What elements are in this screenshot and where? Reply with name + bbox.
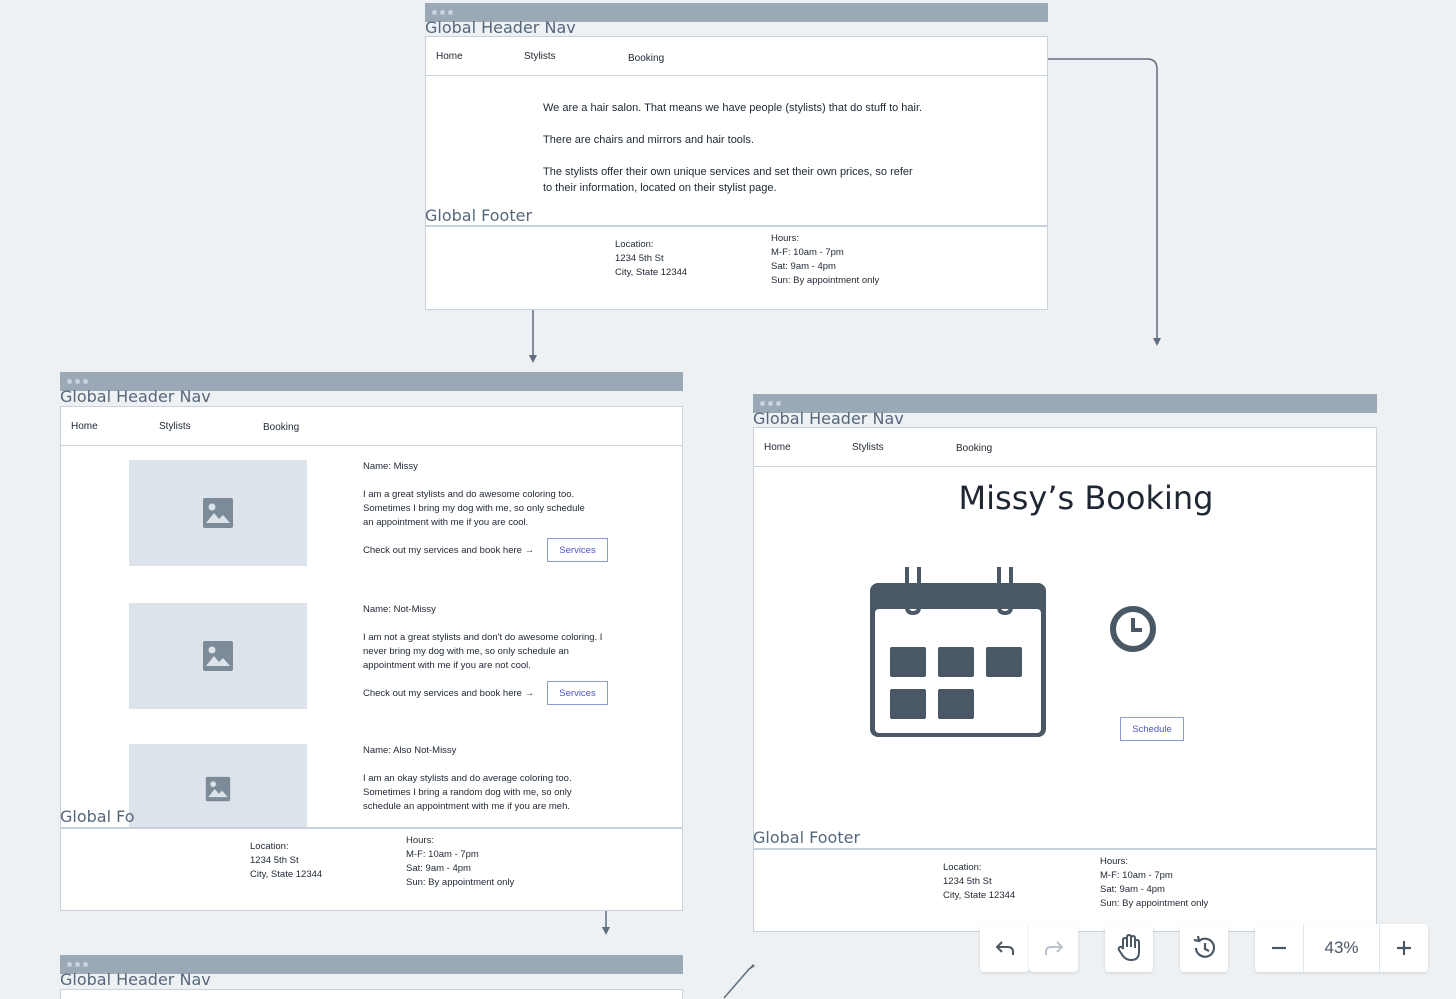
nav-booking-link[interactable]: Booking <box>628 53 664 64</box>
next-frame: Global Header Nav <box>60 955 683 999</box>
pan-tool-button[interactable] <box>1105 924 1153 972</box>
header-nav: Home Stylists Booking <box>425 36 1048 76</box>
redo-icon <box>1044 941 1063 955</box>
stylist-name: Name: Not-Missy <box>363 604 436 615</box>
footer-panel: Location: 1234 5th St City, State 12344 … <box>60 828 683 911</box>
nav-stylists-link[interactable]: Stylists <box>852 442 884 453</box>
nav-home-link[interactable]: Home <box>764 442 791 453</box>
footer-label: Global Footer <box>753 828 861 847</box>
stylist-photo <box>129 603 307 709</box>
stylist-name: Name: Missy <box>363 461 418 472</box>
zoom-out-button[interactable] <box>1255 924 1303 972</box>
intro-paragraph-3a: The stylists offer their own unique serv… <box>543 166 913 178</box>
stylists-content: Name: Missy I am a great stylists and do… <box>60 446 683 828</box>
window-dots <box>760 401 781 406</box>
history-button[interactable] <box>1180 924 1228 972</box>
stylists-frame: Global Header Nav Home Stylists Booking … <box>60 372 683 911</box>
booking-frame: Global Header Nav Home Stylists Booking … <box>753 394 1377 932</box>
stylist-photo <box>129 460 307 566</box>
footer-location: Location: 1234 5th St City, State 12344 <box>250 841 323 880</box>
history-icon <box>1193 935 1216 958</box>
nav-home-link[interactable]: Home <box>436 51 463 62</box>
booking-title: Missy’s Booking <box>958 479 1214 517</box>
zoom-controls: 43% <box>1255 924 1428 972</box>
calendar-icon <box>870 567 1046 737</box>
nav-home-link[interactable]: Home <box>71 421 98 432</box>
intro-paragraph-1: We are a hair salon. That means we have … <box>543 102 923 114</box>
header-label: Global Header Nav <box>425 18 576 37</box>
footer-hours: Hours: M-F: 10am - 7pm Sat: 9am - 4pm Su… <box>1100 856 1209 909</box>
hand-icon <box>1117 934 1140 962</box>
stylist-cta: Check out my services and book here → <box>363 545 535 556</box>
image-placeholder-icon <box>205 776 231 802</box>
footer-panel: Location: 1234 5th St City, State 12344 … <box>753 849 1377 932</box>
services-button[interactable]: Services <box>547 538 608 562</box>
footer-panel: Location: 1234 5th St City, State 12344 … <box>425 226 1048 310</box>
nav-booking-link[interactable]: Booking <box>263 422 299 433</box>
schedule-button[interactable]: Schedule <box>1120 717 1184 741</box>
undo-button[interactable] <box>980 924 1029 972</box>
window-dots <box>432 10 453 15</box>
services-button[interactable]: Services <box>547 681 608 705</box>
home-content: We are a hair salon. That means we have … <box>425 76 1048 226</box>
undo-icon <box>995 941 1014 955</box>
header-nav: Home Stylists Booking <box>753 427 1377 467</box>
footer-hours: Hours: M-F: 10am - 7pm Sat: 9am - 4pm Su… <box>771 233 880 286</box>
window-dots <box>67 379 88 384</box>
header-label: Global Header Nav <box>60 387 211 406</box>
header-label: Global Header Nav <box>753 409 904 428</box>
zoom-out-icon <box>1272 946 1286 950</box>
footer-label: Global Footer <box>425 206 533 225</box>
nav-stylists-link[interactable]: Stylists <box>159 421 191 432</box>
header-nav <box>60 989 683 999</box>
image-placeholder-icon <box>203 498 233 528</box>
stylist-name: Name: Also Not-Missy <box>363 745 457 756</box>
zoom-in-button[interactable] <box>1380 924 1428 972</box>
image-placeholder-icon <box>203 641 233 671</box>
home-frame: Global Header Nav Home Stylists Booking … <box>425 3 1048 310</box>
redo-button[interactable] <box>1029 924 1078 972</box>
footer-location: Location: 1234 5th St City, State 12344 <box>615 239 688 278</box>
footer-hours: Hours: M-F: 10am - 7pm Sat: 9am - 4pm Su… <box>406 835 515 888</box>
intro-paragraph-3b: to their information, located on their s… <box>543 182 777 194</box>
nav-stylists-link[interactable]: Stylists <box>524 51 556 62</box>
header-nav: Home Stylists Booking <box>60 406 683 446</box>
window-dots <box>67 962 88 967</box>
booking-content: Missy’s Booking Schedule <box>753 467 1377 849</box>
nav-booking-link[interactable]: Booking <box>956 443 992 454</box>
stylist-photo <box>129 744 307 827</box>
footer-label: Global Fo <box>60 807 135 826</box>
intro-paragraph-2: There are chairs and mirrors and hair to… <box>543 134 754 146</box>
header-label: Global Header Nav <box>60 970 211 989</box>
stylist-bio: I am not a great stylists and don't do a… <box>363 632 603 671</box>
footer-location: Location: 1234 5th St City, State 12344 <box>943 862 1016 901</box>
clock-icon <box>1110 606 1156 652</box>
stylist-cta: Check out my services and book here → <box>363 688 535 699</box>
stylist-bio: I am a great stylists and do awesome col… <box>363 489 585 528</box>
zoom-level: 43% <box>1303 924 1380 972</box>
zoom-in-icon <box>1397 941 1411 955</box>
stylist-bio: I am an okay stylists and do average col… <box>363 773 572 812</box>
